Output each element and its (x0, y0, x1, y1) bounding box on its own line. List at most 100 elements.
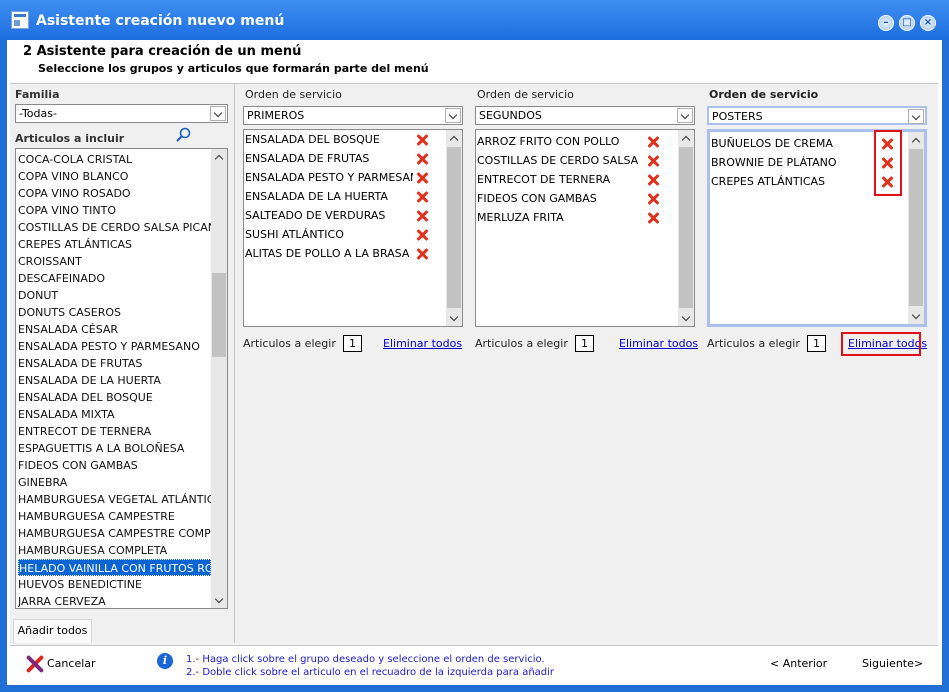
chevron-down-icon[interactable] (210, 106, 226, 121)
group-item[interactable]: FIDEOS CON GAMBAS (477, 189, 639, 208)
chevron-down-icon[interactable] (445, 108, 461, 123)
article-list-item[interactable]: ENSALADA DEL BOSQUE (18, 389, 211, 406)
article-list-item[interactable]: COPA VINO BLANCO (18, 168, 211, 185)
remove-item-icon[interactable] (647, 136, 659, 148)
article-list-item[interactable]: HELADO VAINILLA CON FRUTOS ROJOS (18, 559, 211, 576)
scroll-down-icon[interactable] (908, 308, 924, 324)
articles-scrollbar[interactable] (211, 149, 227, 608)
remove-all-link[interactable]: Eliminar todos (619, 337, 698, 350)
list-scrollbar[interactable] (446, 130, 462, 326)
cancel-button[interactable]: Cancelar (47, 657, 96, 670)
list-scrollbar[interactable] (678, 130, 694, 326)
group-item[interactable]: ALITAS DE POLLO A LA BRASA (245, 244, 413, 263)
remove-item-icon[interactable] (416, 191, 428, 203)
close-icon[interactable]: × (920, 15, 936, 31)
service-order-label: Orden de servicio (709, 88, 819, 101)
family-select[interactable]: -Todas- (15, 104, 228, 123)
scroll-up-icon[interactable] (678, 130, 694, 146)
group-item[interactable]: COSTILLAS DE CERDO SALSA PICANTE (477, 151, 639, 170)
article-list-item[interactable]: DONUT (18, 287, 211, 304)
group-item[interactable]: SALTEADO DE VERDURAS (245, 206, 413, 225)
scroll-up-icon[interactable] (908, 132, 924, 148)
articles-to-choose-input[interactable]: 1 (575, 335, 594, 352)
group-items-list[interactable]: ENSALADA DEL BOSQUE ENSALADA DE FRUTAS ENS… (243, 129, 463, 327)
previous-button[interactable]: < Anterior (770, 657, 827, 670)
minimize-icon[interactable]: – (878, 15, 894, 31)
article-list-item[interactable]: ENSALADA MIXTA (18, 406, 211, 423)
articles-to-choose-input[interactable]: 1 (343, 335, 362, 352)
hint-2: 2.- Doble click sobre el articulo en el … (186, 667, 555, 678)
group-items-list[interactable]: ARROZ FRITO CON POLLO COSTILLAS DE CERDO … (475, 129, 695, 327)
article-list-item[interactable]: COPA VINO TINTO (18, 202, 211, 219)
next-button[interactable]: Siguiente> (862, 657, 923, 670)
remove-item-icon[interactable] (647, 155, 659, 167)
remove-item-icon[interactable] (416, 229, 428, 241)
remove-item-icon[interactable] (647, 174, 659, 186)
article-list-item[interactable]: ENSALADA CÉSAR (18, 321, 211, 338)
group-select[interactable]: PRIMEROS (243, 106, 463, 125)
article-list-item[interactable]: HAMBURGUESA COMPLETA (18, 542, 211, 559)
remove-item-icon[interactable] (647, 212, 659, 224)
article-list-item[interactable]: FIDEOS CON GAMBAS (18, 457, 211, 474)
scroll-thumb[interactable] (447, 147, 461, 308)
article-list-item[interactable]: ENTRECOT DE TERNERA (18, 423, 211, 440)
scroll-down-icon[interactable] (678, 310, 694, 326)
group-item[interactable]: ENSALADA DEL BOSQUE (245, 130, 413, 149)
remove-item-icon[interactable] (416, 210, 428, 222)
scroll-thumb[interactable] (909, 149, 923, 306)
articles-list[interactable]: COCA-COLA CRISTAL COPA VINO BLANCO COPA VI… (15, 148, 228, 609)
article-list-item[interactable]: CROISSANT (18, 253, 211, 270)
hint-1: 1.- Haga click sobre el grupo deseado y … (186, 654, 545, 665)
scroll-down-icon[interactable] (446, 310, 462, 326)
article-list-item[interactable]: COSTILLAS DE CERDO SALSA PICANTE (18, 219, 211, 236)
article-list-item[interactable]: CREPES ATLÁNTICAS (18, 236, 211, 253)
article-list-item[interactable]: ENSALADA PESTO Y PARMESANO (18, 338, 211, 355)
article-list-item[interactable]: DESCAFEINADO (18, 270, 211, 287)
list-scrollbar[interactable] (908, 132, 924, 324)
maximize-icon[interactable]: □ (899, 15, 915, 31)
chevron-down-icon[interactable] (677, 108, 693, 123)
search-icon[interactable] (173, 126, 193, 144)
step-subtitle: Seleccione los grupos y articulos que fo… (38, 62, 429, 75)
remove-item-icon[interactable] (416, 248, 428, 260)
scroll-up-icon[interactable] (211, 149, 227, 165)
group-item[interactable]: MERLUZA FRITA (477, 208, 639, 227)
article-list-item[interactable]: GINEBRA (18, 474, 211, 491)
remove-item-icon[interactable] (647, 193, 659, 205)
add-all-button[interactable]: Añadir todos (13, 619, 92, 643)
remove-item-icon[interactable] (416, 172, 428, 184)
article-list-item[interactable]: ENSALADA DE FRUTAS (18, 355, 211, 372)
group-item[interactable]: ARROZ FRITO CON POLLO (477, 132, 639, 151)
chevron-down-icon[interactable] (908, 109, 924, 124)
group-select[interactable]: SEGUNDOS (475, 106, 695, 125)
articles-to-choose-label: Articulos a elegir (707, 337, 800, 350)
scroll-thumb[interactable] (212, 273, 226, 357)
articles-to-choose-input[interactable]: 1 (807, 335, 826, 352)
group-item[interactable]: ENSALADA DE FRUTAS (245, 149, 413, 168)
remove-all-link[interactable]: Eliminar todos (383, 337, 462, 350)
scroll-up-icon[interactable] (446, 130, 462, 146)
article-list-item[interactable]: ESPAGUETTIS A LA BOLOÑESA (18, 440, 211, 457)
group-item[interactable]: ENTRECOT DE TERNERA (477, 170, 639, 189)
article-list-item[interactable]: ENSALADA DE LA HUERTA (18, 372, 211, 389)
scroll-thumb[interactable] (679, 147, 693, 308)
group-item[interactable]: BROWNIE DE PLÁTANO (711, 153, 873, 172)
group-select[interactable]: POSTERS (707, 106, 927, 125)
article-list-item[interactable]: HUEVOS BENEDICTINE (18, 576, 211, 593)
group-item[interactable]: BUÑUELOS DE CREMA (711, 134, 873, 153)
article-list-item[interactable]: HAMBURGUESA VEGETAL ATLÁNTICA (18, 491, 211, 508)
group-item[interactable]: SUSHI ATLÁNTICO (245, 225, 413, 244)
scroll-down-icon[interactable] (211, 592, 227, 608)
cancel-icon[interactable] (26, 655, 44, 673)
group-item[interactable]: CREPES ATLÁNTICAS (711, 172, 873, 191)
article-list-item[interactable]: HAMBURGUESA CAMPESTRE (18, 508, 211, 525)
article-list-item[interactable]: HAMBURGUESA CAMPESTRE COMPLETA (18, 525, 211, 542)
group-item[interactable]: ENSALADA DE LA HUERTA (245, 187, 413, 206)
article-list-item[interactable]: JARRA CERVEZA (18, 593, 211, 608)
article-list-item[interactable]: COPA VINO ROSADO (18, 185, 211, 202)
remove-item-icon[interactable] (416, 153, 428, 165)
article-list-item[interactable]: COCA-COLA CRISTAL (18, 151, 211, 168)
article-list-item[interactable]: DONUTS CASEROS (18, 304, 211, 321)
remove-item-icon[interactable] (416, 134, 428, 146)
group-item[interactable]: ENSALADA PESTO Y PARMESANO (245, 168, 413, 187)
